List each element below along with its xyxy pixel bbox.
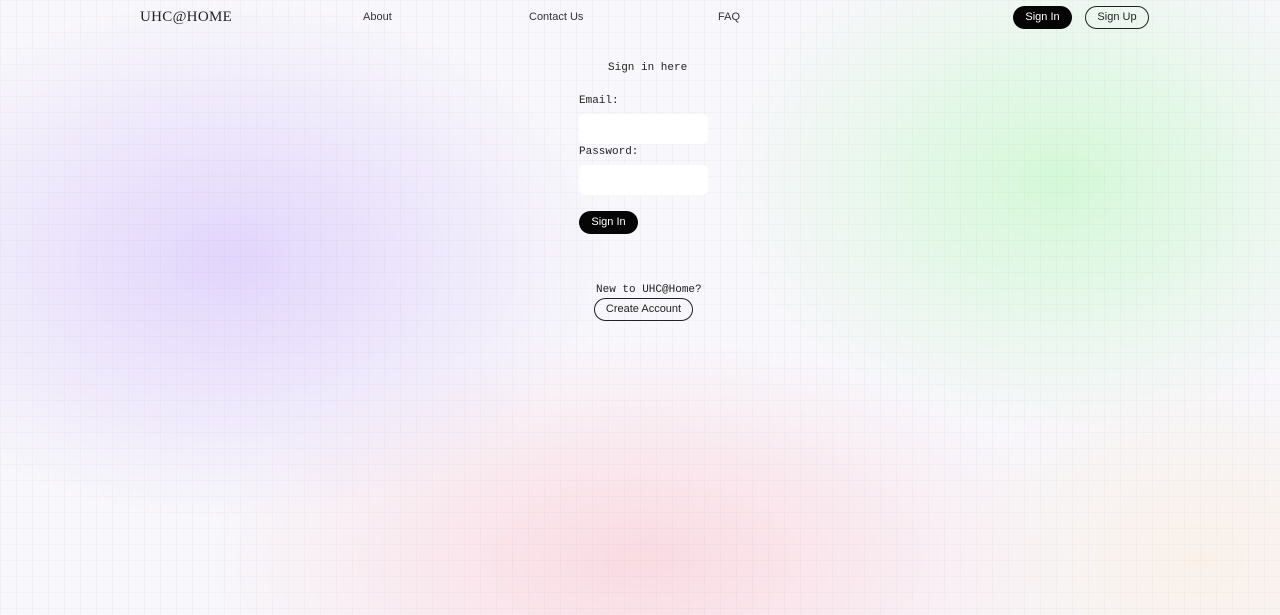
nav-link-faq[interactable]: FAQ <box>718 11 740 23</box>
new-user-prompt: New to UHC@Home? <box>596 284 702 296</box>
email-label: Email: <box>579 95 619 107</box>
password-label: Password: <box>579 146 639 158</box>
nav-link-about[interactable]: About <box>363 11 392 23</box>
create-account-button[interactable]: Create Account <box>594 298 693 321</box>
password-field[interactable] <box>579 165 708 195</box>
header-sign-in-button[interactable]: Sign In <box>1013 6 1072 29</box>
site-logo[interactable]: UHC@HOME <box>140 9 232 26</box>
email-field[interactable] <box>579 114 708 144</box>
header-sign-up-button[interactable]: Sign Up <box>1085 6 1149 29</box>
form-title: Sign in here <box>608 62 688 74</box>
sign-in-submit-button[interactable]: Sign In <box>579 211 638 234</box>
nav-link-contact[interactable]: Contact Us <box>529 11 583 23</box>
